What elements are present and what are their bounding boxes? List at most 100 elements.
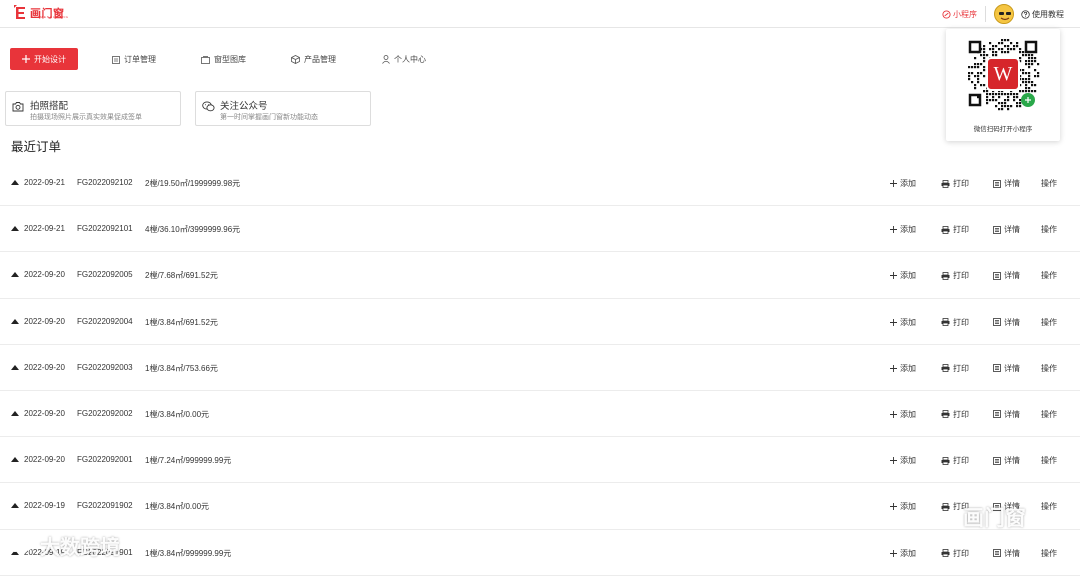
nav-window-gallery[interactable]: 窗型图库: [201, 54, 246, 65]
expand-arrow-icon[interactable]: [11, 272, 19, 278]
follow-official-account-card[interactable]: 关注公众号 第一时间掌握画门窗新功能动态: [195, 91, 371, 126]
expand-arrow-icon[interactable]: [11, 318, 19, 324]
qr-module: [977, 75, 980, 78]
operation-button[interactable]: 操作: [1041, 270, 1057, 281]
order-summary: 4樘/36.10㎡/3999999.96元: [145, 225, 241, 235]
qr-module: [1034, 57, 1037, 60]
qr-module: [983, 84, 986, 87]
operation-button[interactable]: 操作: [1041, 363, 1057, 374]
order-row[interactable]: 2022-09-21 FG2022092102 2樘/19.50㎡/1999999.…: [0, 160, 1080, 207]
order-date: 2022-09-21: [24, 178, 65, 187]
operation-button[interactable]: 操作: [1041, 178, 1057, 189]
expand-arrow-icon[interactable]: [11, 457, 19, 463]
qr-module: [998, 108, 1001, 111]
expand-arrow-icon[interactable]: [11, 364, 19, 370]
print-button[interactable]: 打印: [941, 178, 969, 189]
printer-icon: [941, 318, 950, 326]
expand-arrow-icon[interactable]: [11, 180, 19, 185]
plus-icon: [22, 55, 30, 63]
help-link[interactable]: 使用教程: [1021, 9, 1064, 20]
qr-module: [983, 66, 986, 69]
print-button[interactable]: 打印: [941, 455, 969, 466]
order-row[interactable]: 2022-09-20 FG2022092001 1樘/7.24㎡/999999.99…: [0, 437, 1080, 484]
add-button[interactable]: 添加: [890, 548, 916, 559]
print-button[interactable]: 打印: [941, 363, 969, 374]
detail-button[interactable]: 详情: [993, 224, 1020, 235]
order-number: FG2022092101: [77, 224, 133, 234]
print-button[interactable]: 打印: [941, 270, 969, 281]
avatar[interactable]: [994, 4, 1014, 24]
add-button[interactable]: 添加: [890, 455, 916, 466]
add-button[interactable]: 添加: [890, 178, 916, 189]
qr-module: [1025, 90, 1028, 93]
qr-module: [992, 51, 995, 54]
detail-button[interactable]: 详情: [993, 317, 1020, 328]
nav-personal-center[interactable]: 个人中心: [382, 54, 426, 65]
qr-module: [980, 72, 983, 75]
order-row[interactable]: 2022-09-20 FG2022092005 2樘/7.68㎡/691.52元 添加…: [0, 252, 1080, 299]
qr-module: [1028, 72, 1031, 75]
qr-module: [998, 93, 1001, 96]
photo-match-card[interactable]: 拍照搭配 拍摄现场照片展示真实效果促成签单: [5, 91, 181, 126]
add-button[interactable]: 添加: [890, 501, 916, 512]
watermark-left: 大数跨境: [8, 531, 120, 560]
nav-product-management[interactable]: 产品管理: [291, 54, 336, 65]
plus-icon: [890, 180, 897, 187]
detail-button[interactable]: 详情: [993, 178, 1020, 189]
qr-module: [971, 81, 974, 84]
qr-module: [977, 66, 980, 69]
add-button[interactable]: 添加: [890, 224, 916, 235]
detail-button[interactable]: 详情: [993, 270, 1020, 281]
detail-button[interactable]: 详情: [993, 409, 1020, 420]
qr-module: [1004, 51, 1007, 54]
operation-button[interactable]: 操作: [1041, 409, 1057, 420]
operation-label: 操作: [1041, 179, 1057, 188]
expand-arrow-icon[interactable]: [11, 410, 19, 416]
order-summary: 1樘/7.24㎡/999999.99元: [145, 456, 232, 466]
mini-program-link[interactable]: 小程序: [942, 9, 977, 20]
add-button[interactable]: 添加: [890, 409, 916, 420]
camera-icon: [12, 102, 24, 112]
qr-module: [1022, 81, 1025, 84]
operation-button[interactable]: 操作: [1041, 455, 1057, 466]
qr-module: [1028, 63, 1031, 66]
print-button[interactable]: 打印: [941, 409, 969, 420]
expand-arrow-icon[interactable]: [11, 226, 19, 232]
qr-module: [992, 48, 995, 51]
add-button[interactable]: 添加: [890, 363, 916, 374]
operation-button[interactable]: 操作: [1041, 501, 1057, 512]
nav-order-management[interactable]: 订单管理: [112, 54, 156, 65]
operation-button[interactable]: 操作: [1041, 317, 1057, 328]
expand-arrow-icon[interactable]: [11, 503, 19, 509]
detail-button[interactable]: 详情: [993, 455, 1020, 466]
start-design-button[interactable]: 开始设计: [10, 48, 78, 70]
qr-module: [1028, 90, 1031, 93]
qr-module: [1034, 69, 1037, 72]
add-button[interactable]: 添加: [890, 270, 916, 281]
detail-label: 详情: [1004, 317, 1020, 327]
top-right-actions: 小程序 使用教程: [942, 3, 1064, 25]
detail-button[interactable]: 详情: [993, 363, 1020, 374]
plus-icon: [890, 226, 897, 234]
qr-module: [1025, 63, 1028, 66]
operation-button[interactable]: 操作: [1041, 548, 1057, 559]
order-row[interactable]: 2022-09-20 FG2022092004 1樘/3.84㎡/691.52元 添加…: [0, 299, 1080, 345]
watermark-logo-icon: [9, 536, 33, 552]
add-button[interactable]: 添加: [890, 317, 916, 328]
plus-icon: [890, 503, 897, 511]
print-button[interactable]: 打印: [941, 317, 969, 328]
print-button[interactable]: 打印: [941, 548, 969, 559]
qr-module: [1022, 78, 1025, 81]
recent-orders-title: 最近订单: [11, 140, 62, 154]
detail-button[interactable]: 详情: [993, 548, 1020, 559]
qr-module: [980, 63, 983, 66]
order-row[interactable]: 2022-09-20 FG2022092003 1樘/3.84㎡/753.66元 添加…: [0, 345, 1080, 391]
order-row[interactable]: 2022-09-21 FG2022092101 4樘/36.10㎡/3999999.…: [0, 206, 1080, 253]
order-row[interactable]: 2022-09-20 FG2022092002 1樘/3.84㎡/0.00元 添加 打印…: [0, 391, 1080, 438]
operation-button[interactable]: 操作: [1041, 224, 1057, 235]
print-label: 打印: [953, 456, 969, 466]
qr-module: [1025, 84, 1028, 87]
print-button[interactable]: 打印: [941, 224, 969, 235]
order-row[interactable]: 2022-09-19 FG2022091901 1樘/3.84㎡/999999.99…: [0, 530, 1080, 576]
qr-module: [989, 42, 992, 45]
